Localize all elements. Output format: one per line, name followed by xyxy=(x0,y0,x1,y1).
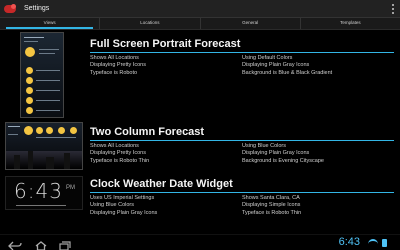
app-title: Settings xyxy=(24,5,50,12)
widget-details-left: Shows All Locations Displaying Pretty Ic… xyxy=(90,55,146,77)
tab-locations[interactable]: Locations xyxy=(100,18,201,29)
detail-text: Displaying Plain Gray Icons xyxy=(242,62,310,69)
detail-text: Displaying Pretty Icons xyxy=(90,150,146,157)
widget-details-right: Using Blue Colors Displaying Plain Gray … xyxy=(242,143,324,165)
widget-title: Full Screen Portrait Forecast xyxy=(90,38,241,50)
detail-text: Displaying Simple Icons xyxy=(242,202,301,209)
widget-item-clock[interactable]: 6:43 PM Clock Weather Date Widget Uses U… xyxy=(0,172,400,234)
detail-text: Displaying Plain Gray Icons xyxy=(90,209,158,216)
widget-list: Full Screen Portrait Forecast Shows All … xyxy=(0,30,400,234)
detail-text: Using Blue Colors xyxy=(90,202,135,209)
cloud-icon[interactable] xyxy=(4,3,18,14)
title-divider xyxy=(90,140,394,141)
tab-bar: Views Locations General Templates xyxy=(0,18,400,30)
detail-text: Uses US Imperial Settings xyxy=(90,195,155,201)
detail-text: Typeface is Roboto Thin xyxy=(242,209,302,216)
two-column-forecast-preview xyxy=(5,122,83,170)
detail-text: Shows Santa Clara, CA xyxy=(242,195,300,201)
detail-text: Using Blue Colors xyxy=(242,143,287,149)
detail-text: Shows All Locations xyxy=(90,143,139,149)
action-bar: Settings xyxy=(0,0,400,18)
wifi-icon xyxy=(368,239,378,247)
widget-item-portrait[interactable]: Full Screen Portrait Forecast Shows All … xyxy=(0,30,400,120)
clock-time: 6:43 xyxy=(14,179,63,203)
widget-title: Clock Weather Date Widget xyxy=(90,178,233,190)
status-icons xyxy=(364,239,394,247)
home-icon[interactable] xyxy=(34,238,48,250)
detail-text: Typeface is Roboto Thin xyxy=(90,157,150,164)
recent-apps-icon[interactable] xyxy=(58,238,72,250)
detail-text: Displaying Pretty Icons xyxy=(90,62,146,69)
clock-widget-preview: 6:43 PM xyxy=(5,176,83,210)
tab-views[interactable]: Views xyxy=(0,18,101,29)
widget-title: Two Column Forecast xyxy=(90,126,205,138)
detail-text: Background is Blue & Black Gradient xyxy=(242,69,333,76)
tab-templates[interactable]: Templates xyxy=(301,18,400,29)
detail-text: Using Default Colors xyxy=(242,55,293,61)
back-icon[interactable] xyxy=(8,238,22,250)
detail-text: Background is Evening Cityscape xyxy=(242,157,324,164)
battery-icon xyxy=(382,239,387,247)
overflow-menu-icon[interactable] xyxy=(390,3,396,15)
widget-details-left: Uses US Imperial Settings Using Blue Col… xyxy=(90,195,157,217)
detail-text: Shows All Locations xyxy=(90,55,139,61)
widget-details-right: Using Default Colors Displaying Plain Gr… xyxy=(242,55,332,77)
portrait-forecast-preview xyxy=(20,32,64,118)
detail-text: Typeface is Roboto xyxy=(90,69,138,76)
clock-ampm: PM xyxy=(66,185,75,191)
status-clock: 6:43 xyxy=(338,236,360,248)
widget-details-left: Shows All Locations Displaying Pretty Ic… xyxy=(90,143,149,165)
widget-details-right: Shows Santa Clara, CA Displaying Simple … xyxy=(242,195,301,217)
tab-general[interactable]: General xyxy=(201,18,301,29)
widget-item-two-column[interactable]: Two Column Forecast Shows All Locations … xyxy=(0,120,400,172)
detail-text: Displaying Plain Gray Icons xyxy=(242,150,310,157)
title-divider xyxy=(90,52,394,53)
title-divider xyxy=(90,192,394,193)
system-bar: 6:43 xyxy=(0,234,400,250)
